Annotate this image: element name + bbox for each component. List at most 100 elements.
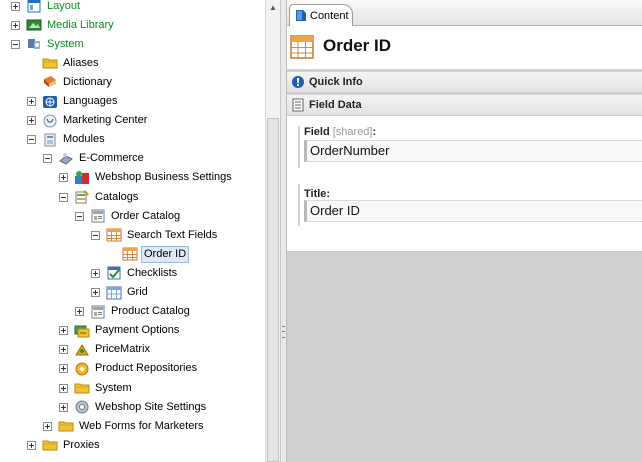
repository-icon bbox=[75, 362, 89, 376]
tree-item-label: Webshop Business Settings bbox=[95, 171, 232, 184]
tree-item-webshop-business-settings[interactable]: Webshop Business Settings bbox=[59, 168, 234, 187]
tree-item-label: Product Repositories bbox=[95, 362, 198, 375]
collapse-icon[interactable] bbox=[91, 230, 100, 240]
expand-icon[interactable] bbox=[59, 402, 68, 412]
tree-item-label: Layout bbox=[47, 0, 81, 12]
expand-icon[interactable] bbox=[27, 116, 36, 126]
catalog-icon bbox=[91, 305, 105, 319]
tree-item-modules[interactable]: Modules bbox=[27, 130, 107, 149]
collapse-icon[interactable] bbox=[43, 154, 52, 164]
quick-info-section[interactable]: Quick Info bbox=[287, 72, 642, 93]
scroll-thumb[interactable] bbox=[267, 118, 279, 462]
collapse-icon[interactable] bbox=[59, 192, 68, 202]
tree-item-label: Dictionary bbox=[63, 75, 112, 88]
tree-scrollbar[interactable]: ▲ bbox=[265, 0, 280, 462]
media-library-icon bbox=[26, 19, 42, 31]
page-title: Order ID bbox=[323, 36, 392, 55]
tree-item-e-commerce[interactable]: E-Commerce bbox=[43, 149, 146, 168]
tab-content[interactable]: Content bbox=[289, 4, 353, 26]
tree-item-label: Web Forms for Marketers bbox=[79, 419, 204, 432]
field-input[interactable]: OrderNumber bbox=[304, 140, 642, 162]
expand-icon[interactable] bbox=[11, 1, 20, 11]
quick-info-icon bbox=[292, 76, 304, 88]
tree-item-proxies[interactable]: Proxies bbox=[27, 436, 102, 455]
tree-item-web-forms-for-marketers[interactable]: Web Forms for Marketers bbox=[43, 417, 206, 436]
expand-icon[interactable] bbox=[59, 345, 68, 355]
expand-icon[interactable] bbox=[59, 364, 68, 374]
tree-item-label: Proxies bbox=[63, 438, 100, 451]
item-header: Order ID bbox=[287, 26, 642, 70]
tree-item-label: Product Catalog bbox=[111, 305, 190, 318]
expand-icon[interactable] bbox=[43, 421, 52, 431]
tree-item-label: Catalogs bbox=[95, 190, 139, 203]
tree-item-checklists[interactable]: Checklists bbox=[91, 264, 179, 283]
tree-item-pricematrix[interactable]: PriceMatrix bbox=[59, 340, 152, 359]
collapse-icon[interactable] bbox=[27, 135, 36, 145]
tree-item-system[interactable]: System bbox=[59, 379, 134, 398]
tree-item-grid[interactable]: Grid bbox=[91, 283, 150, 302]
tree-item-label: System bbox=[95, 381, 132, 394]
scroll-up-icon[interactable]: ▲ bbox=[266, 0, 280, 16]
splitter-grip-icon bbox=[282, 326, 285, 338]
title-label: Title: bbox=[304, 188, 331, 200]
grid-orange-icon bbox=[290, 35, 314, 59]
expand-icon[interactable] bbox=[11, 20, 20, 30]
tree-item-order-id[interactable]: Order ID bbox=[107, 245, 190, 264]
tree-item-label: Webshop Site Settings bbox=[95, 400, 207, 413]
tree-item-webshop-site-settings[interactable]: Webshop Site Settings bbox=[59, 398, 208, 417]
tree-item-dictionary[interactable]: Dictionary bbox=[27, 73, 114, 92]
expand-icon[interactable] bbox=[59, 326, 68, 336]
collapse-icon[interactable] bbox=[11, 39, 20, 49]
tree-item-product-repositories[interactable]: Product Repositories bbox=[59, 359, 199, 378]
pane-splitter[interactable] bbox=[280, 0, 287, 462]
tree-item-payment-options[interactable]: Payment Options bbox=[59, 321, 181, 340]
tree-item-system[interactable]: System bbox=[11, 35, 86, 54]
content-tab-icon bbox=[296, 10, 306, 21]
tree-item-label: Grid bbox=[127, 286, 148, 298]
marketing-center-icon bbox=[43, 114, 57, 128]
field-data-section[interactable]: Field Data bbox=[287, 95, 642, 116]
checklist-icon bbox=[107, 266, 121, 280]
field-data-panel: Field [shared]: OrderNumber Title: Order… bbox=[287, 116, 642, 252]
expand-icon[interactable] bbox=[27, 97, 36, 106]
expand-icon[interactable] bbox=[59, 173, 68, 183]
tree-item-catalogs[interactable]: Catalogs bbox=[59, 188, 140, 207]
title-input[interactable]: Order ID bbox=[304, 200, 642, 222]
tree-item-product-catalog[interactable]: Product Catalog bbox=[75, 302, 192, 321]
tree-item-label: Checklists bbox=[127, 266, 178, 279]
price-matrix-icon bbox=[75, 343, 89, 356]
tree-item-marketing-center[interactable]: Marketing Center bbox=[27, 111, 149, 130]
folder-icon bbox=[58, 421, 74, 432]
tree-item-layout[interactable]: Layout bbox=[11, 0, 82, 16]
layout-icon bbox=[27, 0, 41, 13]
expand-icon[interactable] bbox=[91, 268, 100, 278]
grid-icon bbox=[106, 286, 122, 299]
tree-item-aliases[interactable]: Aliases bbox=[27, 54, 100, 73]
site-settings-icon bbox=[75, 400, 89, 414]
tree-item-order-catalog[interactable]: Order Catalog bbox=[75, 207, 182, 226]
ecommerce-icon bbox=[59, 152, 73, 165]
tree-item-languages[interactable]: Languages bbox=[27, 92, 119, 111]
content-tree: Layout Media Library System Aliases Dictiona… bbox=[0, 0, 265, 462]
tree-item-search-text-fields[interactable]: Search Text Fields bbox=[91, 226, 219, 245]
tree-item-label: Order ID bbox=[141, 245, 190, 263]
collapse-icon[interactable] bbox=[75, 211, 84, 221]
field-bar bbox=[298, 126, 300, 168]
catalogs-icon bbox=[75, 190, 89, 204]
languages-icon bbox=[43, 95, 57, 108]
business-settings-icon bbox=[75, 170, 89, 184]
tree-item-label: Aliases bbox=[63, 56, 99, 69]
tree-item-media-library[interactable]: Media Library bbox=[11, 16, 116, 35]
expand-icon[interactable] bbox=[75, 307, 84, 317]
tree-item-label: Languages bbox=[63, 95, 118, 107]
expand-icon[interactable] bbox=[27, 440, 36, 450]
field-data-label: Field Data bbox=[309, 99, 362, 111]
dictionary-icon bbox=[44, 76, 56, 88]
modules-icon bbox=[44, 133, 56, 147]
expand-icon[interactable] bbox=[59, 383, 68, 393]
expand-icon[interactable] bbox=[91, 288, 100, 297]
tree-item-label: Order Catalog bbox=[111, 209, 181, 222]
